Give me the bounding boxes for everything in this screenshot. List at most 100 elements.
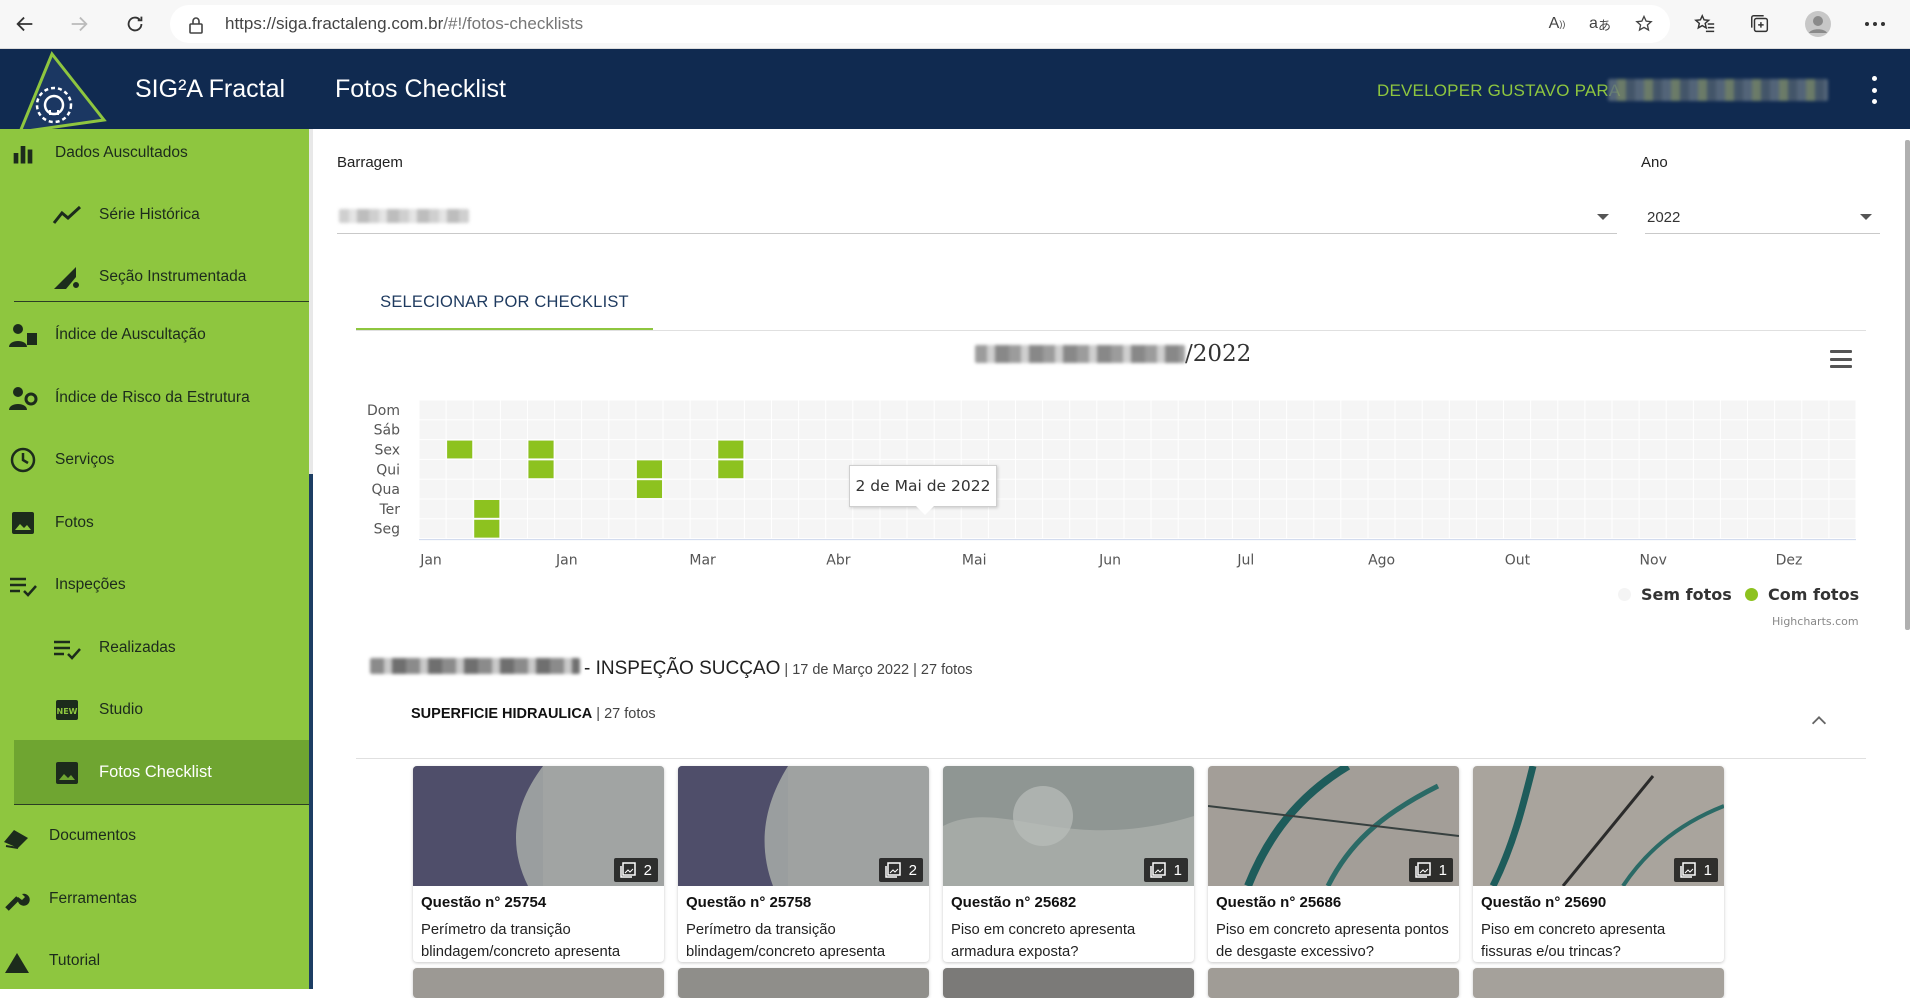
heatmap-cell-empty[interactable] xyxy=(799,479,826,499)
heatmap-cell-empty[interactable] xyxy=(636,440,663,459)
heatmap-cell-empty[interactable] xyxy=(1395,459,1422,479)
heatmap-cell-empty[interactable] xyxy=(1720,479,1748,499)
heatmap-cell-empty[interactable] xyxy=(1449,440,1476,459)
heatmap-cell-empty[interactable] xyxy=(1612,519,1639,539)
heatmap-cell-empty[interactable] xyxy=(1449,479,1476,499)
heatmap-cell-empty[interactable] xyxy=(1720,420,1748,440)
heatmap-cell-empty[interactable] xyxy=(473,400,500,420)
heatmap-cell-empty[interactable] xyxy=(1476,459,1504,479)
heatmap-cell-empty[interactable] xyxy=(771,420,799,440)
heatmap-cell-empty[interactable] xyxy=(1829,519,1856,539)
heatmap-cell-empty[interactable] xyxy=(582,420,609,440)
heatmap-cell-empty[interactable] xyxy=(1829,499,1856,519)
heatmap-cell-empty[interactable] xyxy=(582,400,609,420)
heatmap-cell-with-photos[interactable] xyxy=(447,440,473,459)
heatmap-cell-empty[interactable] xyxy=(1504,499,1531,519)
heatmap-cell-empty[interactable] xyxy=(1232,420,1260,440)
heatmap-cell-empty[interactable] xyxy=(1260,459,1287,479)
heatmap-cell-empty[interactable] xyxy=(1015,479,1043,499)
heatmap-cell-empty[interactable] xyxy=(609,499,636,519)
heatmap-cell-empty[interactable] xyxy=(609,440,636,459)
heatmap-cell-empty[interactable] xyxy=(1748,420,1775,440)
heatmap-cell-empty[interactable] xyxy=(419,519,446,539)
heatmap-cell-empty[interactable] xyxy=(1287,479,1314,499)
heatmap-cell-empty[interactable] xyxy=(1341,479,1368,499)
heatmap-cell-empty[interactable] xyxy=(907,519,934,539)
heatmap-cell-empty[interactable] xyxy=(1693,420,1720,440)
heatmap-cell-empty[interactable] xyxy=(1612,400,1639,420)
heatmap-cell-empty[interactable] xyxy=(771,440,799,459)
heatmap-cell-empty[interactable] xyxy=(582,499,609,519)
heatmap-cell-empty[interactable] xyxy=(988,420,1015,440)
heatmap-cell-empty[interactable] xyxy=(1422,499,1449,519)
heatmap-cell-empty[interactable] xyxy=(690,400,717,420)
heatmap-cell-empty[interactable] xyxy=(1693,479,1720,499)
heatmap-cell-empty[interactable] xyxy=(555,459,582,479)
heatmap-cell-empty[interactable] xyxy=(1585,400,1612,420)
heatmap-cell-empty[interactable] xyxy=(1205,499,1232,519)
heatmap-cell-empty[interactable] xyxy=(582,479,609,499)
heatmap-cell-empty[interactable] xyxy=(1097,420,1124,440)
heatmap-cell-empty[interactable] xyxy=(500,459,527,479)
heatmap-cell-empty[interactable] xyxy=(1829,479,1856,499)
heatmap-cell-empty[interactable] xyxy=(1775,499,1802,519)
heatmap-cell-empty[interactable] xyxy=(1070,479,1097,499)
heatmap-cell-empty[interactable] xyxy=(663,479,690,499)
photo-card[interactable]: 2 Questão n° 25758 Perímetro da transiçã… xyxy=(678,766,929,962)
heatmap-cell-empty[interactable] xyxy=(419,420,446,440)
heatmap-cell-empty[interactable] xyxy=(880,400,907,420)
heatmap-cell-empty[interactable] xyxy=(1693,400,1720,420)
heatmap-cell-empty[interactable] xyxy=(1232,400,1260,420)
heatmap-cell-empty[interactable] xyxy=(1639,440,1666,459)
heatmap-cell-empty[interactable] xyxy=(1693,459,1720,479)
heatmap-cell-empty[interactable] xyxy=(1151,479,1178,499)
heatmap-cell-empty[interactable] xyxy=(1151,440,1178,459)
heatmap-cell-empty[interactable] xyxy=(1802,420,1829,440)
heatmap-cell-empty[interactable] xyxy=(1314,420,1341,440)
photo-card[interactable] xyxy=(678,968,929,998)
heatmap-cell-empty[interactable] xyxy=(771,459,799,479)
heatmap-cell-empty[interactable] xyxy=(527,499,555,519)
heatmap-cell-empty[interactable] xyxy=(1775,519,1802,539)
heatmap-cell-empty[interactable] xyxy=(1504,459,1531,479)
heatmap-cell-empty[interactable] xyxy=(799,420,826,440)
heatmap-cell-empty[interactable] xyxy=(934,519,961,539)
heatmap-cell-empty[interactable] xyxy=(907,440,934,459)
heatmap-cell-empty[interactable] xyxy=(744,420,771,440)
heatmap-cell-empty[interactable] xyxy=(636,400,663,420)
heatmap-cell-empty[interactable] xyxy=(1748,440,1775,459)
heatmap-cell-empty[interactable] xyxy=(1070,420,1097,440)
heatmap-cell-empty[interactable] xyxy=(446,499,473,519)
heatmap-cell-empty[interactable] xyxy=(1693,499,1720,519)
heatmap-cell-empty[interactable] xyxy=(907,400,934,420)
heatmap-cell-empty[interactable] xyxy=(1205,420,1232,440)
heatmap-cell-empty[interactable] xyxy=(826,440,853,459)
heatmap-cell-empty[interactable] xyxy=(582,440,609,459)
heatmap-cell-empty[interactable] xyxy=(1314,479,1341,499)
heatmap-cell-empty[interactable] xyxy=(1260,479,1287,499)
heatmap-cell-empty[interactable] xyxy=(1043,479,1070,499)
photo-card[interactable] xyxy=(943,968,1194,998)
heatmap-cell-empty[interactable] xyxy=(582,459,609,479)
heatmap-cell-empty[interactable] xyxy=(988,400,1015,420)
heatmap-cell-empty[interactable] xyxy=(1802,479,1829,499)
heatmap-cell-empty[interactable] xyxy=(1341,459,1368,479)
heatmap-cell-empty[interactable] xyxy=(1232,479,1260,499)
heatmap-cell-empty[interactable] xyxy=(1775,440,1802,459)
heatmap-cell-empty[interactable] xyxy=(1287,519,1314,539)
heatmap-cell-with-photos[interactable] xyxy=(636,460,663,479)
heatmap-cell-empty[interactable] xyxy=(1612,499,1639,519)
heatmap-cell-empty[interactable] xyxy=(1151,400,1178,420)
subgroup-header[interactable]: SUPERFICIE HIDRAULICA | 27 fotos xyxy=(411,706,656,722)
heatmap-cell-empty[interactable] xyxy=(744,459,771,479)
heatmap-cell-empty[interactable] xyxy=(1260,440,1287,459)
heatmap-cell-empty[interactable] xyxy=(1748,519,1775,539)
heatmap-cell-empty[interactable] xyxy=(1748,499,1775,519)
heatmap-cell-empty[interactable] xyxy=(1151,420,1178,440)
heatmap-cell-empty[interactable] xyxy=(853,519,880,539)
heatmap-cell-empty[interactable] xyxy=(1015,519,1043,539)
heatmap-cell-empty[interactable] xyxy=(1395,499,1422,519)
heatmap-cell-empty[interactable] xyxy=(1666,519,1693,539)
heatmap-cell-empty[interactable] xyxy=(1097,400,1124,420)
heatmap-cell-empty[interactable] xyxy=(1585,420,1612,440)
